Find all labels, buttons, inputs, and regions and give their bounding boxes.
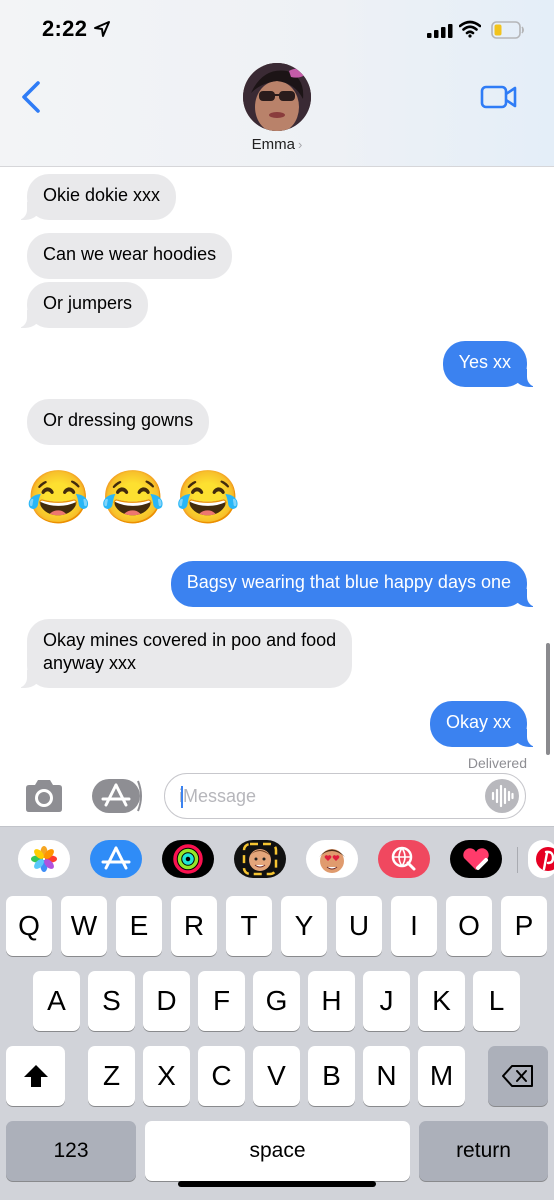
key-r[interactable]: R [171, 896, 217, 956]
key-b[interactable]: B [308, 1046, 355, 1106]
app-strip-divider [517, 847, 518, 873]
back-chevron-icon[interactable] [18, 80, 46, 114]
contact-name-label: Emma [251, 136, 295, 153]
images-search-app-icon[interactable] [378, 840, 430, 878]
key-s[interactable]: S [88, 971, 135, 1031]
memoji-heart-eyes-icon [319, 849, 345, 873]
location-arrow-icon [94, 21, 110, 37]
facetime-video-icon[interactable] [480, 84, 518, 110]
numbers-key[interactable]: 123 [6, 1121, 136, 1181]
message-emoji[interactable]: 😂😂😂 [26, 466, 250, 530]
key-p[interactable]: P [501, 896, 547, 956]
imessage-app-drawer [0, 826, 554, 893]
contact-avatar[interactable] [243, 63, 311, 131]
key-q[interactable]: Q [6, 896, 52, 956]
key-u[interactable]: U [336, 896, 382, 956]
status-bar: 2:22 [0, 0, 554, 60]
message-incoming[interactable]: Or jumpers [12, 282, 149, 328]
key-m[interactable]: M [418, 1046, 465, 1106]
key-y[interactable]: Y [281, 896, 327, 956]
animoji-app-icon[interactable] [306, 840, 358, 878]
shift-arrow-icon [23, 1065, 48, 1087]
chevron-right-icon: › [298, 137, 303, 152]
home-indicator[interactable] [178, 1181, 376, 1187]
text-cursor [181, 786, 183, 808]
key-x[interactable]: X [143, 1046, 190, 1106]
app-store-app-icon[interactable] [90, 840, 142, 878]
delete-backward-icon [502, 1065, 533, 1087]
message-incoming[interactable]: Can we wear hoodies [27, 233, 233, 279]
battery-low-icon [491, 21, 524, 39]
contact-name-button[interactable]: Emma › [0, 136, 554, 153]
delivered-status: Delivered [467, 755, 527, 771]
key-h[interactable]: H [308, 971, 355, 1031]
key-w[interactable]: W [61, 896, 107, 956]
keyboard: Q W E R T Y U I O P A S D F G H J K L Z … [0, 892, 554, 1200]
activity-rings-icon [173, 844, 203, 874]
digital-touch-app-icon[interactable] [450, 840, 502, 878]
shift-key[interactable] [6, 1046, 65, 1106]
avatar-photo [243, 63, 311, 131]
globe-search-icon [391, 846, 416, 871]
message-field[interactable] [164, 773, 526, 819]
key-l[interactable]: L [473, 971, 520, 1031]
app-store-a-icon [101, 846, 131, 870]
message-input[interactable] [179, 785, 469, 807]
space-key[interactable]: space [145, 1121, 410, 1181]
key-i[interactable]: I [391, 896, 437, 956]
key-g[interactable]: G [253, 971, 300, 1031]
status-time: 2:22 [42, 16, 88, 41]
message-outgoing[interactable]: Yes xx [442, 341, 542, 387]
wifi-icon [459, 20, 481, 38]
memoji-face-icon [242, 842, 278, 876]
waveform-icon [491, 784, 514, 808]
photos-flower-icon [31, 846, 57, 872]
key-v[interactable]: V [253, 1046, 300, 1106]
key-a[interactable]: A [33, 971, 80, 1031]
key-t[interactable]: T [226, 896, 272, 956]
pinterest-icon [536, 847, 554, 871]
key-o[interactable]: O [446, 896, 492, 956]
cellular-signal-icon [427, 24, 453, 38]
key-k[interactable]: K [418, 971, 465, 1031]
memoji-stickers-app-icon[interactable] [234, 840, 286, 878]
backspace-key[interactable] [488, 1046, 548, 1106]
key-d[interactable]: D [143, 971, 190, 1031]
photos-app-icon[interactable] [18, 840, 70, 878]
return-key[interactable]: return [419, 1121, 548, 1181]
key-f[interactable]: F [198, 971, 245, 1031]
key-c[interactable]: C [198, 1046, 245, 1106]
key-z[interactable]: Z [88, 1046, 135, 1106]
message-incoming[interactable]: Okay mines covered in poo and food anywa… [12, 619, 353, 688]
audio-message-button[interactable] [485, 779, 519, 813]
message-incoming[interactable]: Or dressing gowns [27, 399, 210, 445]
heart-touch-icon [463, 848, 489, 870]
key-j[interactable]: J [363, 971, 410, 1031]
key-e[interactable]: E [116, 896, 162, 956]
message-incoming[interactable]: Okie dokie xxx [12, 174, 177, 220]
activity-app-icon[interactable] [162, 840, 214, 878]
camera-icon[interactable] [22, 778, 66, 814]
partial-app-icon[interactable] [528, 840, 554, 878]
message-outgoing[interactable]: Bagsy wearing that blue happy days one [170, 561, 542, 607]
app-store-drawer-button[interactable] [92, 779, 144, 813]
app-store-icon [92, 779, 142, 813]
scroll-indicator[interactable] [546, 643, 550, 755]
key-n[interactable]: N [363, 1046, 410, 1106]
message-outgoing[interactable]: Okay xx [429, 701, 542, 747]
